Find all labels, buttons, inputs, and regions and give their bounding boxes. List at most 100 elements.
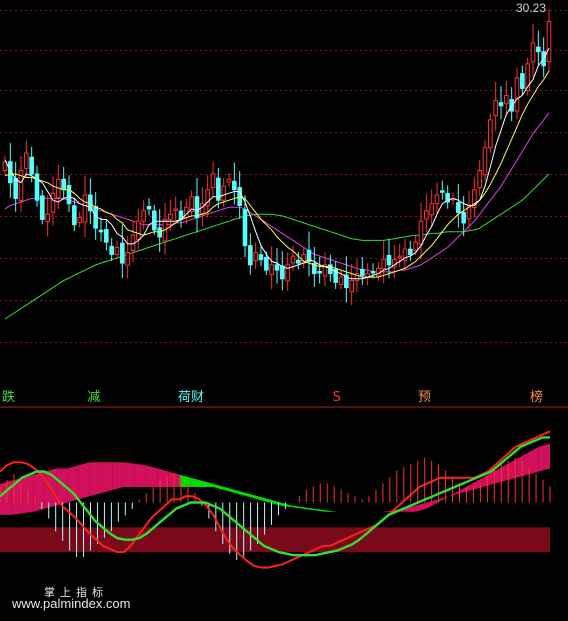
candle-body (210, 173, 216, 189)
candle-body (488, 119, 493, 149)
cloud-segment (123, 462, 135, 487)
cloud-segment (224, 487, 236, 494)
stock-chart (0, 9, 568, 569)
event-marker-3: S (332, 390, 341, 405)
candle-body (477, 170, 482, 189)
candle-body (194, 196, 200, 219)
candle-body (114, 246, 120, 255)
candle-body (242, 209, 248, 247)
candle-body (424, 210, 429, 220)
candle-body (258, 254, 264, 261)
event-marker-4: 预 (418, 390, 432, 405)
candle-body (66, 185, 72, 205)
candle-body (440, 190, 445, 193)
candle-body (408, 248, 413, 255)
indicator-panel (0, 430, 551, 569)
candle-body (120, 242, 125, 264)
candle-body (24, 152, 29, 169)
cloud-segment (78, 462, 90, 500)
candle-body (232, 180, 237, 191)
candle-body (274, 264, 280, 271)
cloud-segment (437, 496, 449, 503)
ma5-path (4, 47, 550, 280)
candle-body (136, 220, 141, 240)
candle-body (152, 210, 157, 231)
candle-body (29, 156, 34, 175)
event-marker-0: 跌 (2, 390, 16, 405)
event-marker-5: 榜 (530, 390, 544, 405)
candle-body (157, 227, 162, 238)
candlesticks (2, 9, 552, 306)
candle-body (338, 276, 344, 285)
candle-body (221, 185, 226, 201)
candle-body (253, 252, 258, 262)
candle-body (413, 241, 418, 251)
candle-body (349, 280, 354, 293)
candle-body (50, 192, 56, 213)
event-marker-1: 减 (87, 390, 101, 405)
candle-body (61, 178, 66, 191)
candle-body (93, 206, 98, 229)
cloud-segment (325, 510, 337, 512)
cloud-segment (291, 505, 304, 509)
candle-body (434, 194, 440, 205)
cloud-segment (258, 496, 270, 503)
candle-body (77, 217, 82, 224)
cloud-segment (505, 459, 517, 481)
candle-body (514, 77, 520, 112)
candle-body (264, 257, 269, 271)
cloud-segment (280, 502, 292, 508)
ma20-path (4, 112, 550, 273)
candle-body (546, 20, 552, 62)
candle-body (109, 245, 114, 255)
candle-body (429, 203, 434, 216)
candle-body (82, 194, 88, 223)
candle-body (72, 205, 77, 226)
cloud-segment (314, 508, 326, 512)
cloud-segment (246, 493, 259, 500)
cloud-segment (134, 463, 146, 487)
indicator-band (0, 527, 550, 553)
candle-body (104, 229, 109, 243)
candle-body (285, 264, 290, 282)
cloud-segment (303, 507, 315, 511)
candle-body (418, 220, 424, 245)
cloud-segment (538, 443, 550, 472)
candle-body (98, 229, 104, 233)
cloud-segment (112, 462, 124, 491)
candle-body (141, 210, 146, 222)
candle-body (456, 202, 461, 213)
candle-body (536, 46, 541, 53)
candle-body (13, 178, 18, 199)
candle-body (40, 195, 45, 220)
cloud-segment (448, 490, 461, 497)
ma5-line (4, 47, 550, 280)
candle-body (226, 178, 232, 183)
candle-body (482, 147, 488, 176)
candle-body (45, 213, 50, 223)
candle-body (269, 264, 274, 275)
last-price-label: 30.23 (515, 1, 546, 15)
cloud-segment (101, 462, 113, 494)
ma20-line (4, 112, 550, 273)
candle-body (290, 255, 296, 264)
event-marker-2: 荷财 (178, 390, 205, 405)
cloud-segment (0, 480, 12, 515)
cloud-segment (235, 490, 247, 497)
cloud-segment (460, 483, 472, 494)
candle-body (317, 271, 322, 274)
candle-body (530, 42, 536, 63)
candle-body (498, 102, 504, 107)
candle-body (504, 94, 509, 105)
cloud-segment (202, 480, 214, 487)
candle-body (370, 271, 376, 274)
candle-body (280, 265, 285, 280)
cloud-segment (89, 462, 102, 497)
cloud-segment (213, 483, 225, 491)
candle-body (461, 211, 466, 224)
candle-body (386, 254, 392, 266)
candle-body (397, 255, 402, 259)
candle-body (296, 259, 301, 264)
candle-body (381, 259, 386, 269)
candle-body (146, 206, 152, 210)
